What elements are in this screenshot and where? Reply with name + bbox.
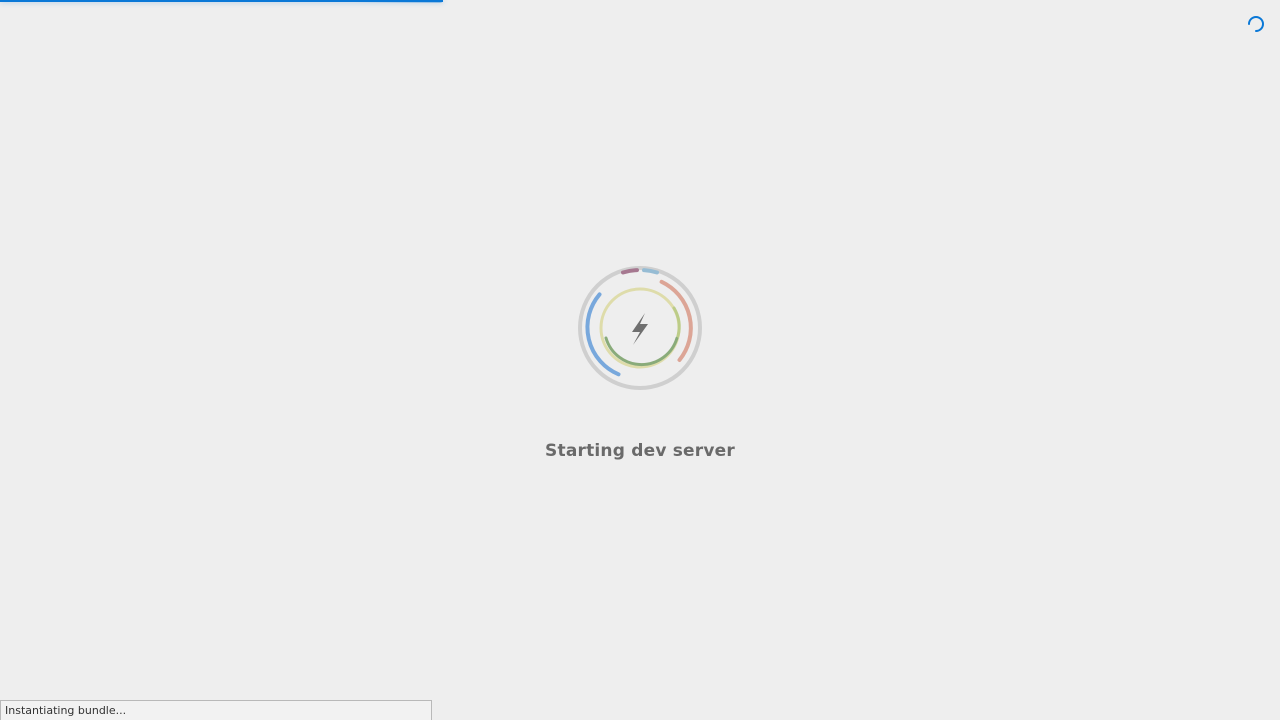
status-bar: Instantiating bundle... [0,700,432,720]
loading-logo [578,266,702,390]
purple-arc [621,268,639,275]
loading-title: Starting dev server [545,441,735,461]
red-arc [659,279,693,362]
loading-page: Starting dev server Instantiating bundle… [0,0,1280,720]
lightning-bolt-icon [632,313,648,345]
teal-arc [642,268,659,275]
status-text: Instantiating bundle... [5,704,127,717]
top-progress-bar [0,0,443,3]
spinner-icon [1248,16,1264,32]
lime-arc [672,306,681,338]
